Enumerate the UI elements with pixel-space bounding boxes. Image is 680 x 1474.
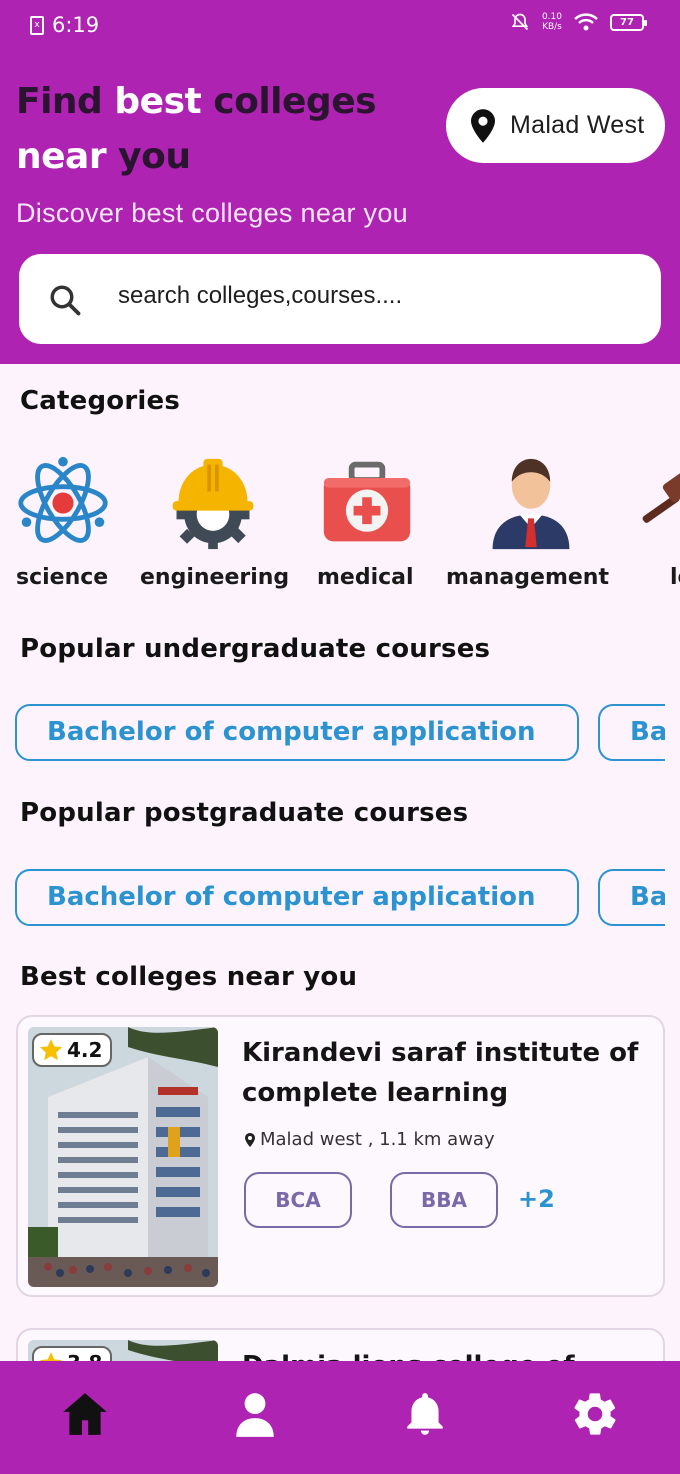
location-pin-icon: [245, 1132, 255, 1147]
businessman-icon: [492, 458, 570, 550]
search-icon: [50, 285, 81, 316]
location-pin-icon: [471, 108, 495, 143]
location-label: Malad West: [510, 111, 645, 139]
course-tag[interactable]: BCA: [244, 1172, 352, 1228]
nav-notifications[interactable]: [400, 1389, 450, 1439]
status-time: 6:19: [52, 13, 100, 37]
more-courses-count[interactable]: +2: [518, 1185, 555, 1213]
wifi-icon: [574, 13, 598, 31]
category-label: engineering: [140, 565, 290, 590]
page-subtitle: Discover best colleges near you: [16, 198, 408, 228]
profile-icon: [236, 1393, 274, 1437]
header: Find best colleges near you Discover bes…: [0, 52, 680, 364]
college-image: 4.2: [28, 1027, 218, 1287]
postgraduate-title: Popular postgraduate courses: [20, 798, 469, 828]
categories-title: Categories: [20, 386, 181, 416]
category-label: le: [670, 565, 680, 590]
star-icon: [39, 1039, 63, 1061]
ug-course-chip[interactable]: Ba: [598, 704, 665, 761]
category-label: science: [16, 565, 109, 590]
first-aid-kit-icon: [323, 461, 411, 542]
undergraduate-title: Popular undergraduate courses: [20, 634, 491, 664]
college-card[interactable]: 4.2 Kirandevi saraf institute of complet…: [16, 1015, 665, 1297]
search-input[interactable]: search colleges,courses....: [19, 254, 661, 344]
battery-icon: 77: [610, 13, 647, 31]
course-tag[interactable]: BBA: [390, 1172, 498, 1228]
nav-home[interactable]: [60, 1389, 110, 1439]
nav-settings[interactable]: [570, 1389, 620, 1439]
college-name: Kirandevi saraf institute of complete le…: [242, 1038, 639, 1108]
network-speed: 0.10 KB/s: [541, 12, 562, 32]
atom-icon: [18, 456, 108, 543]
colleges-title: Best colleges near you: [20, 962, 358, 992]
status-icons: 0.10 KB/s 77: [510, 12, 647, 32]
bottom-nav: [0, 1361, 680, 1474]
ug-course-chip[interactable]: Bachelor of computer application: [15, 704, 579, 761]
category-label: medical: [317, 565, 414, 590]
college-location: Malad west , 1.1 km away: [244, 1129, 495, 1150]
home-icon: [63, 1393, 107, 1435]
category-label: management: [446, 565, 609, 590]
category-engineering[interactable]: engineering: [140, 455, 289, 595]
gavel-icon: [642, 471, 680, 523]
search-placeholder: search colleges,courses....: [118, 282, 403, 309]
silent-bell-icon: [511, 13, 529, 31]
nav-profile[interactable]: [230, 1389, 280, 1439]
category-management[interactable]: management: [446, 455, 609, 595]
page-title: Find best colleges near you: [16, 81, 377, 177]
sim-icon: x: [30, 16, 44, 35]
hard-hat-gear-icon: [172, 458, 254, 550]
pg-course-chip[interactable]: Bachelor of computer application: [15, 869, 579, 926]
bell-icon: [407, 1393, 443, 1435]
status-bar: x 6:19 0.10 KB/s 77: [0, 0, 680, 52]
category-science[interactable]: science: [8, 455, 118, 595]
category-law[interactable]: le: [636, 455, 680, 595]
gear-icon: [574, 1393, 616, 1435]
location-button[interactable]: Malad West: [446, 88, 665, 163]
pg-course-chip[interactable]: Ba: [598, 869, 665, 926]
rating-badge: 4.2: [32, 1033, 113, 1067]
category-medical[interactable]: medical: [312, 455, 422, 595]
